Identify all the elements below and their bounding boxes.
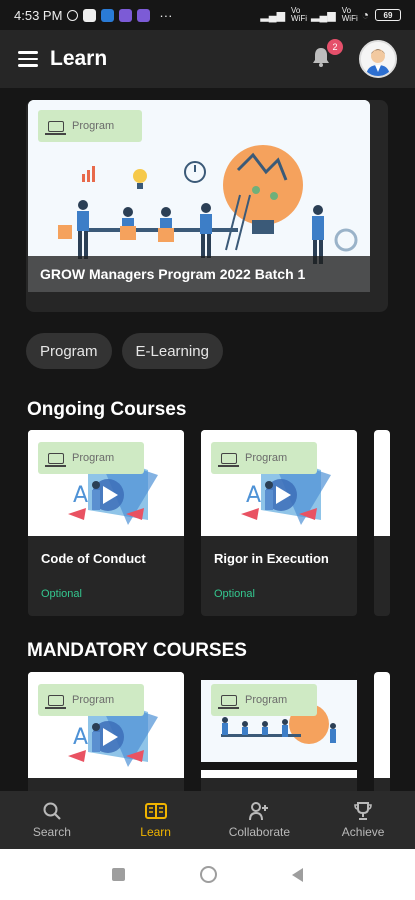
battery-icon: 69 (375, 9, 401, 21)
search-icon (41, 801, 63, 821)
program-badge-label: Program (72, 120, 115, 132)
mandatory-course-card[interactable]: A Program (28, 672, 184, 791)
status-bar: 4:53 PM ··· ▂▄▆ Vo WiFi ▂▄▆ Vo WiFi ◔ 69 (0, 0, 415, 30)
alarm-icon (67, 9, 79, 21)
course-card-code-of-conduct[interactable]: A Program Code of Conduct Optional (28, 430, 184, 616)
course-card-partial[interactable] (374, 430, 390, 616)
add-user-icon (248, 801, 270, 821)
course-thumbnail: Program (201, 672, 357, 778)
app-icon-1 (83, 8, 97, 22)
nav-collaborate-label: Collaborate (228, 825, 291, 839)
learn-content[interactable]: Program GROW Managers Program 2022 Batch… (0, 88, 415, 791)
program-badge-label: Program (72, 694, 115, 706)
laptop-icon (218, 694, 239, 709)
featured-program-title: GROW Managers Program 2022 Batch 1 (28, 256, 370, 292)
filter-chips: Program E-Learning (26, 333, 223, 369)
course-thumbnail (374, 672, 390, 778)
mandatory-courses-title: MANDATORY COURSES (27, 640, 247, 661)
nav-learn-label: Learn (140, 825, 171, 839)
program-badge: Program (211, 684, 317, 716)
mail-app-icon (119, 8, 133, 22)
program-badge: Program (38, 684, 144, 716)
trophy-icon (352, 801, 374, 821)
back-button[interactable] (292, 867, 303, 882)
course-tag: Optional (214, 588, 255, 600)
course-title: Rigor in Execution (214, 551, 329, 566)
ongoing-courses-row[interactable]: A Program Code of Conduct Optional A Pro… (28, 430, 390, 616)
outlook-icon (101, 8, 115, 22)
laptop-icon (218, 452, 239, 467)
program-badge-label: Program (245, 452, 288, 464)
home-button[interactable] (200, 866, 217, 883)
bottom-navigation: Search Learn Collaborate Achieve (0, 791, 415, 849)
vowifi-label-1: Vo WiFi (291, 6, 308, 23)
user-avatar-icon (361, 42, 395, 76)
nav-achieve[interactable]: Achieve (311, 791, 415, 849)
mail-app-icon-2 (137, 8, 151, 22)
course-title: Code of Conduct (41, 551, 146, 566)
program-badge-label: Program (72, 452, 115, 464)
course-thumbnail (374, 430, 390, 536)
nav-achieve-label: Achieve (341, 825, 385, 839)
program-badge: Program (38, 110, 142, 142)
course-thumbnail: A Program (28, 430, 184, 536)
system-navigation-bar (0, 849, 415, 900)
course-thumbnail: A Program (201, 430, 357, 536)
vowifi-label-2: Vo WiFi (341, 6, 358, 23)
laptop-icon (45, 452, 66, 467)
nav-search[interactable]: Search (0, 791, 104, 849)
chip-e-learning[interactable]: E-Learning (121, 333, 223, 369)
laptop-icon (45, 120, 66, 135)
book-icon (144, 801, 167, 821)
mandatory-course-card[interactable]: Program (201, 672, 357, 791)
notification-button[interactable]: 2 (309, 39, 343, 73)
signal-icon: ▂▄▆ (260, 9, 286, 22)
svg-text:A: A (246, 483, 261, 508)
status-time: 4:53 PM (14, 7, 63, 23)
notification-badge: 2 (327, 39, 343, 55)
svg-text:A: A (73, 483, 88, 508)
recent-apps-button[interactable] (112, 868, 125, 881)
app-bar: Learn 2 (0, 30, 415, 88)
svg-text:A: A (73, 725, 88, 750)
avatar[interactable] (359, 40, 397, 78)
signal-icon-2: ▂▄▆ (311, 9, 336, 22)
program-badge-label: Program (245, 694, 288, 706)
ongoing-courses-title: Ongoing Courses (27, 399, 187, 420)
course-card-rigor-in-execution[interactable]: A Program Rigor in Execution Optional (201, 430, 357, 616)
course-card-partial[interactable] (374, 672, 390, 791)
chip-program[interactable]: Program (26, 333, 112, 369)
page-title: Learn (50, 47, 108, 70)
laptop-icon (45, 694, 66, 709)
featured-program-card[interactable]: Program GROW Managers Program 2022 Batch… (26, 100, 388, 312)
nav-learn[interactable]: Learn (104, 791, 208, 849)
nav-search-label: Search (32, 825, 71, 839)
nav-collaborate[interactable]: Collaborate (208, 791, 312, 849)
more-notifications-icon: ··· (159, 7, 173, 23)
wifi-icon: ◔ (361, 8, 369, 22)
program-badge: Program (38, 442, 144, 474)
program-badge: Program (211, 442, 317, 474)
mandatory-courses-row[interactable]: A Program Program (28, 672, 390, 791)
course-thumbnail: A Program (28, 672, 184, 778)
menu-icon[interactable] (18, 51, 38, 67)
course-tag: Optional (41, 588, 82, 600)
